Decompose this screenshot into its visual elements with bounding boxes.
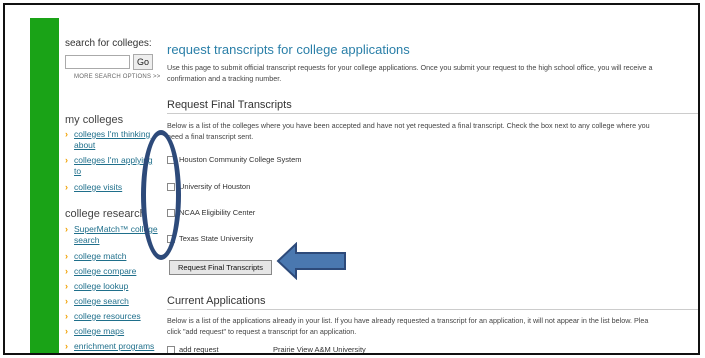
chevron-right-icon: › <box>65 129 68 139</box>
search-label: search for colleges: <box>65 38 152 49</box>
browser-frame: search for colleges: Go MORE SEARCH OPTI… <box>3 3 700 355</box>
divider <box>167 113 698 114</box>
chevron-right-icon: › <box>65 296 68 306</box>
current-applications-heading: Current Applications <box>167 295 266 307</box>
nav-college-compare[interactable]: › college compare <box>65 266 136 277</box>
chevron-right-icon: › <box>65 341 68 351</box>
chevron-right-icon: › <box>65 326 68 336</box>
chevron-right-icon: › <box>65 281 68 291</box>
go-button[interactable]: Go <box>133 54 153 70</box>
my-colleges-heading: my colleges <box>65 114 124 126</box>
final-transcripts-description: Below is a list of the colleges where yo… <box>167 121 650 141</box>
nav-colleges-applying-to[interactable]: › colleges I'm applying to <box>65 155 153 176</box>
green-accent-bar <box>30 18 59 353</box>
more-search-options-link[interactable]: MORE SEARCH OPTIONS >> <box>74 74 160 80</box>
current-applications-description: Below is a list of the applications alre… <box>167 316 649 336</box>
nav-college-visits[interactable]: › college visits <box>65 182 122 193</box>
nav-college-maps[interactable]: › college maps <box>65 326 124 337</box>
final-transcripts-heading: Request Final Transcripts <box>167 99 292 111</box>
chevron-right-icon: › <box>65 155 68 165</box>
chevron-right-icon: › <box>65 182 68 192</box>
chevron-right-icon: › <box>65 266 68 276</box>
nav-colleges-thinking-about[interactable]: › colleges I'm thinking about <box>65 129 150 150</box>
college-row: Texas State University <box>167 234 253 246</box>
arrow-left-annotation-icon <box>276 242 346 280</box>
chevron-right-icon: › <box>65 311 68 321</box>
nav-college-resources[interactable]: › college resources <box>65 311 141 322</box>
chevron-right-icon: › <box>65 224 68 234</box>
intro-text: Use this page to submit official transcr… <box>167 63 653 83</box>
college-research-heading: college research <box>65 208 146 220</box>
application-name: Prairie View A&M University <box>273 345 366 354</box>
add-request-checkbox[interactable] <box>167 346 175 353</box>
application-row: add request <box>167 345 219 353</box>
divider <box>167 309 698 310</box>
page-title: request transcripts for college applicat… <box>167 42 410 57</box>
nav-college-match[interactable]: › college match <box>65 251 126 262</box>
nav-college-lookup[interactable]: › college lookup <box>65 281 128 292</box>
chevron-right-icon: › <box>65 251 68 261</box>
request-final-transcripts-button[interactable]: Request Final Transcripts <box>169 260 272 275</box>
nav-college-search[interactable]: › college search <box>65 296 129 307</box>
nav-enrichment-programs[interactable]: › enrichment programs <box>65 341 154 352</box>
highlight-oval-annotation <box>141 130 181 260</box>
college-row: Houston Community College System <box>167 155 302 167</box>
college-search-input[interactable] <box>65 55 130 69</box>
